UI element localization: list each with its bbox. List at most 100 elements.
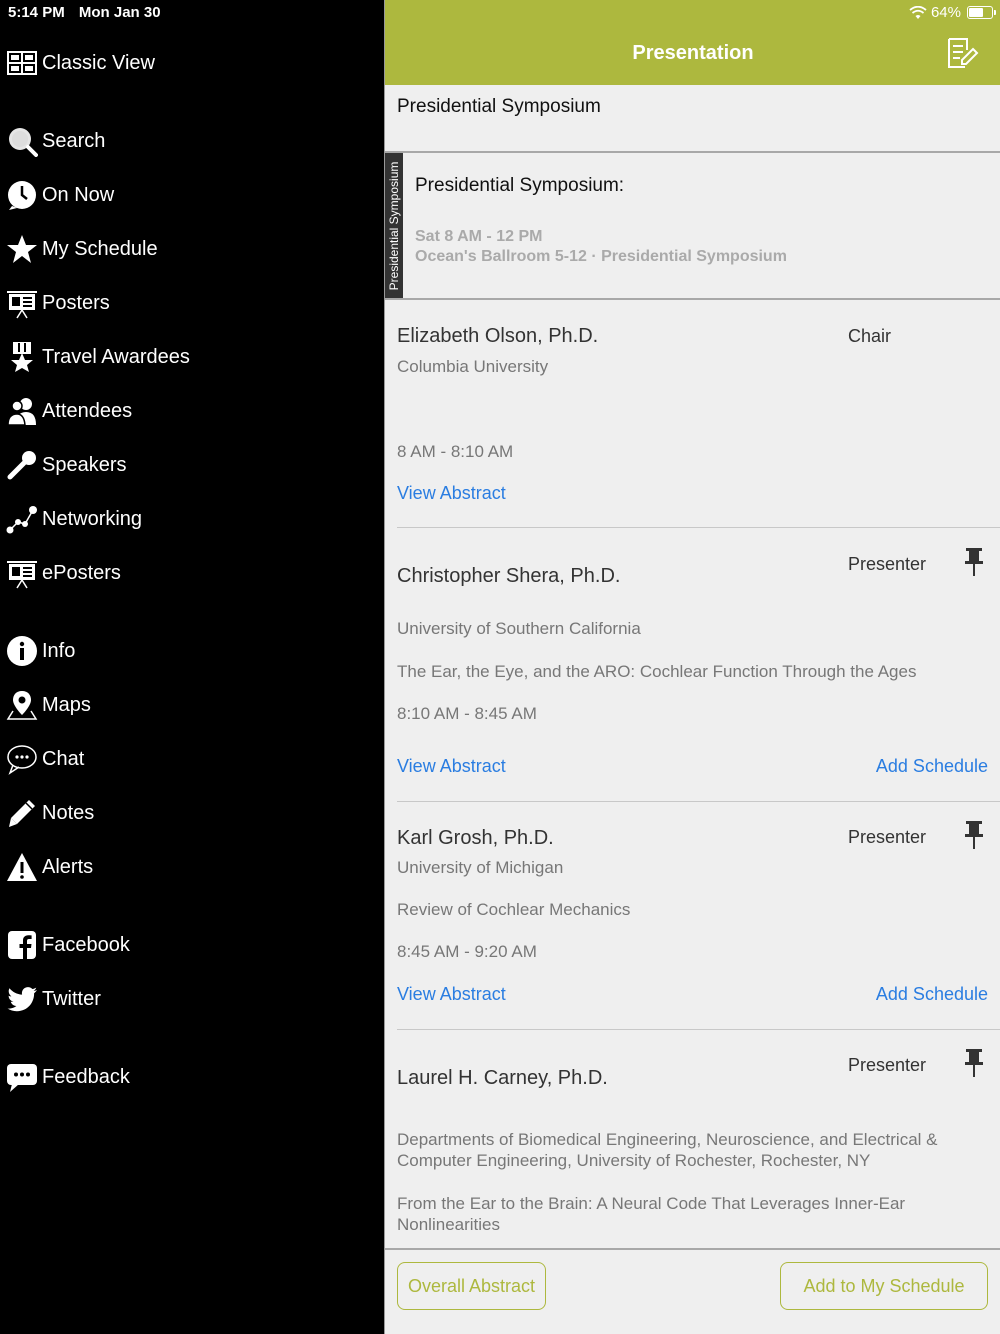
sidebar-item-attendees[interactable]: Attendees [0, 389, 384, 433]
presenter-name: Elizabeth Olson, Ph.D. [397, 325, 599, 347]
sidebar-item-facebook[interactable]: Facebook [0, 923, 384, 967]
add-schedule-link[interactable]: Add Schedule [876, 984, 988, 1005]
chat-icon [4, 741, 40, 777]
sidebar-item-label: Search [42, 129, 106, 152]
talk-title: The Ear, the Eye, and the ARO: Cochlear … [397, 662, 917, 681]
footer-bar: Overall Abstract Add to My Schedule [385, 1250, 1000, 1334]
sidebar-item-classic-view[interactable]: Classic View [0, 41, 384, 85]
sidebar-item-label: Info [42, 639, 76, 662]
page-title: Presentation [632, 42, 754, 64]
presenter-affiliation: University of Southern California [397, 619, 641, 638]
sidebar-item-label: Chat [42, 747, 85, 770]
presenter-name: Karl Grosh, Ph.D. [397, 827, 554, 849]
sidebar-item-search[interactable]: Search [0, 119, 384, 163]
session-title: Presidential Symposium [397, 96, 601, 117]
sidebar-item-label: Classic View [42, 51, 155, 74]
sidebar-item-label: Alerts [42, 855, 94, 878]
divider [397, 1029, 1000, 1030]
pin-icon[interactable] [963, 1048, 985, 1078]
presenter-role: Presenter [848, 1055, 927, 1075]
feedback-icon [4, 1059, 40, 1095]
sidebar-item-label: Feedback [42, 1065, 130, 1088]
presenter-time: 8:45 AM - 9:20 AM [397, 942, 537, 961]
battery-icon [967, 6, 996, 19]
session-time: Sat 8 AM - 12 PM [415, 228, 543, 245]
wifi-icon [909, 5, 927, 19]
sidebar-item-label: ePosters [42, 561, 121, 584]
add-to-my-schedule-button[interactable]: Add to My Schedule [780, 1262, 988, 1310]
map-pin-icon [4, 687, 40, 723]
info-icon [4, 633, 40, 669]
overall-abstract-button[interactable]: Overall Abstract [397, 1262, 546, 1310]
sidebar-item-label: Facebook [42, 933, 130, 956]
presenter-role: Chair [848, 326, 892, 346]
search-icon [4, 123, 40, 159]
divider [385, 151, 1000, 153]
grid-icon [4, 45, 40, 81]
facebook-icon [4, 927, 40, 963]
people-icon [4, 393, 40, 429]
status-date: Mon Jan 30 [78, 4, 161, 21]
session-name: Presidential Symposium: [415, 175, 625, 196]
session-location: Ocean's Ballroom 5-12 · Presidential Sym… [415, 248, 787, 265]
talk-title: From the Ear to the Brain: A Neural Code… [397, 1194, 906, 1234]
view-abstract-link[interactable]: View Abstract [397, 756, 506, 777]
status-bar-left: 5:14 PM Mon Jan 30 [8, 4, 171, 21]
sidebar-item-alerts[interactable]: Alerts [0, 845, 384, 889]
presenter-affiliation: Columbia University [397, 357, 549, 376]
sidebar-item-twitter[interactable]: Twitter [0, 977, 384, 1021]
sidebar-item-label: My Schedule [42, 237, 158, 260]
presenter-affiliation: Departments of Biomedical Engineering, N… [397, 1130, 938, 1170]
microphone-icon [4, 447, 40, 483]
divider [385, 298, 1000, 300]
add-schedule-link[interactable]: Add Schedule [876, 756, 988, 777]
sidebar-item-maps[interactable]: Maps [0, 683, 384, 727]
edit-note-icon[interactable] [945, 36, 979, 70]
star-icon [4, 231, 40, 267]
pencil-icon [4, 795, 40, 831]
pin-icon[interactable] [963, 820, 985, 850]
presenter-name: Christopher Shera, Ph.D. [397, 565, 621, 587]
sidebar-item-chat[interactable]: Chat [0, 737, 384, 781]
sidebar-item-label: Attendees [42, 399, 133, 422]
view-abstract-link[interactable]: View Abstract [397, 984, 506, 1005]
sidebar: 5:14 PM Mon Jan 30 Classic View Search O… [0, 0, 384, 1334]
sidebar-item-posters[interactable]: Posters [0, 281, 384, 325]
view-abstract-link[interactable]: View Abstract [397, 483, 506, 504]
sidebar-item-networking[interactable]: Networking [0, 497, 384, 541]
sidebar-item-label: Posters [42, 291, 110, 314]
sidebar-item-label: Twitter [42, 987, 101, 1010]
network-icon [4, 501, 40, 537]
sidebar-item-speakers[interactable]: Speakers [0, 443, 384, 487]
sidebar-item-notes[interactable]: Notes [0, 791, 384, 835]
warning-icon [4, 849, 40, 885]
poster-icon [4, 285, 40, 321]
sidebar-item-label: Speakers [42, 453, 127, 476]
battery-percent: 64% [930, 4, 961, 21]
presenter-role: Presenter [848, 554, 927, 574]
sidebar-item-on-now[interactable]: On Now [0, 173, 384, 217]
status-time: 5:14 PM [8, 4, 65, 21]
track-tab: Presidential Symposium [385, 153, 403, 298]
twitter-icon [4, 981, 40, 1017]
presenter-time: 8 AM - 8:10 AM [397, 442, 514, 461]
sidebar-item-label: On Now [42, 183, 115, 206]
sidebar-item-label: Notes [42, 801, 95, 824]
sidebar-item-my-schedule[interactable]: My Schedule [0, 227, 384, 271]
header-bar: 64% Presentation [385, 0, 1000, 85]
sidebar-item-feedback[interactable]: Feedback [0, 1055, 384, 1099]
battery-fill [969, 8, 983, 17]
divider [397, 801, 1000, 802]
sidebar-item-info[interactable]: Info [0, 629, 384, 673]
award-icon [4, 339, 40, 375]
presenter-affiliation: University of Michigan [397, 858, 564, 877]
presentation-panel: 64% Presentation Presidential Symposium … [384, 0, 1000, 1334]
sidebar-item-travel-awardees[interactable]: Travel Awardees [0, 335, 384, 379]
pin-icon[interactable] [963, 547, 985, 577]
sidebar-item-label: Networking [42, 507, 143, 530]
divider [397, 527, 1000, 528]
talk-title: Review of Cochlear Mechanics [397, 900, 631, 919]
status-bar-right: 64% [909, 4, 996, 21]
sidebar-item-eposters[interactable]: ePosters [0, 551, 384, 595]
track-label: Presidential Symposium [387, 161, 401, 290]
